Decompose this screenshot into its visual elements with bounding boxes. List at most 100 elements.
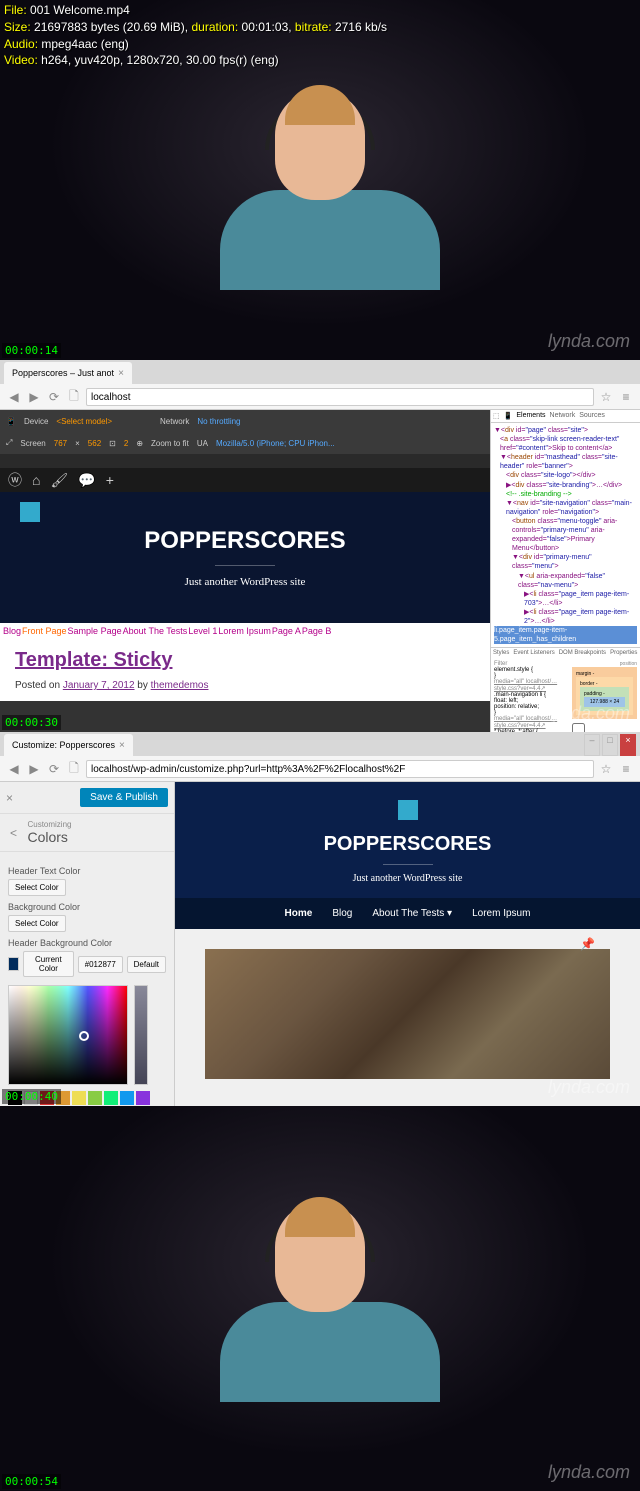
site-tagline: Just another WordPress site (15, 576, 475, 588)
nav-item[interactable]: Home (285, 908, 313, 919)
section-header[interactable]: < Customizing Colors (0, 814, 174, 852)
star-icon[interactable]: ☆ (598, 761, 614, 777)
swatch[interactable] (120, 1091, 134, 1105)
customize-icon[interactable]: 🖌 (50, 472, 68, 489)
ruler (0, 454, 490, 468)
watermark: lynda.com (548, 331, 630, 352)
default-button[interactable]: Default (127, 956, 166, 973)
control-label: Header Text Color (8, 866, 166, 876)
tab-sources[interactable]: Sources (579, 412, 605, 420)
nav-link[interactable]: Sample Page (68, 626, 122, 636)
color-picker[interactable] (8, 985, 166, 1085)
swatch[interactable] (72, 1091, 86, 1105)
window-controls[interactable]: –□× (584, 734, 636, 756)
device-icon[interactable]: 📱 (6, 417, 16, 426)
wp-admin-bar[interactable]: ⓦ ⌂ 🖌 💬 + (0, 468, 490, 492)
timestamp: 00:00:14 (2, 343, 61, 358)
reload-button[interactable]: ⟳ (46, 761, 62, 777)
browser-chrome: Customize: Popperscores× –□× ◀ ▶ ⟳ 🗋 ☆ ≡ (0, 732, 640, 782)
browser-tab[interactable]: Customize: Popperscores× (4, 734, 133, 756)
site-tagline: Just another WordPress site (175, 873, 640, 898)
hex-input[interactable] (78, 956, 123, 973)
nav-item[interactable]: About The Tests ▾ (372, 908, 452, 919)
browser-chrome: Popperscores – Just anot× ◀ ▶ ⟳ 🗋 ☆ ≡ (0, 360, 640, 410)
main-nav: Home Blog About The Tests ▾ Lorem Ipsum (175, 898, 640, 929)
close-icon[interactable]: × (118, 368, 124, 379)
presenter (220, 1202, 420, 1402)
dashboard-icon[interactable]: ⌂ (32, 472, 40, 488)
add-icon[interactable]: + (106, 472, 114, 488)
address-bar[interactable] (86, 388, 594, 406)
control-label: Background Color (8, 902, 166, 912)
swatch[interactable] (104, 1091, 118, 1105)
tab-network[interactable]: Network (550, 412, 576, 420)
nav-link[interactable]: Front Page (22, 626, 67, 636)
post-author-link[interactable]: themedemos (151, 680, 209, 691)
close-button[interactable]: × (620, 734, 636, 756)
dom-breadcrumb[interactable]: li.page_item.page-item-5.page_item_has_c… (494, 626, 637, 644)
site-title[interactable]: POPPERSCORES (175, 833, 640, 856)
back-button[interactable]: ◀ (6, 761, 22, 777)
control-label: Header Background Color (8, 938, 166, 948)
dom-tree[interactable]: ▼<div id="page" class="site"> <a class="… (491, 423, 640, 647)
video-frame-3: Customize: Popperscores× –□× ◀ ▶ ⟳ 🗋 ☆ ≡… (0, 732, 640, 1106)
current-color-button[interactable]: Current Color (23, 951, 74, 977)
close-customizer-button[interactable]: × (6, 791, 13, 805)
rotate-icon[interactable]: ⤢ (6, 438, 12, 448)
post-date-link[interactable]: January 7, 2012 (63, 680, 135, 691)
site-title[interactable]: POPPERSCORES (15, 527, 475, 555)
watermark: lynda.com (548, 703, 630, 724)
select-color-button[interactable]: Select Color (8, 879, 66, 896)
timestamp: 00:00:40 (2, 1089, 61, 1104)
menu-icon[interactable]: ≡ (618, 389, 634, 405)
nav-link[interactable]: Level 1 (188, 626, 217, 636)
select-color-button[interactable]: Select Color (8, 915, 66, 932)
nav-link[interactable]: About The Tests (123, 626, 188, 636)
menu-icon[interactable]: ≡ (618, 761, 634, 777)
site-preview: POPPERSCORES Just another WordPress site (0, 492, 490, 623)
back-button[interactable]: ◀ (6, 389, 22, 405)
timestamp: 00:00:54 (2, 1474, 61, 1489)
chevron-down-icon: ▾ (447, 908, 452, 919)
watermark: lynda.com (548, 1077, 630, 1098)
save-publish-button[interactable]: Save & Publish (80, 788, 168, 807)
nav-link[interactable]: Page A (272, 626, 301, 636)
wordpress-icon[interactable]: ⓦ (8, 470, 22, 490)
tab-elements[interactable]: Elements (516, 412, 545, 420)
styles-tabs[interactable]: StylesEvent ListenersDOM BreakpointsProp… (491, 647, 640, 658)
swatch[interactable] (88, 1091, 102, 1105)
site-logo[interactable] (20, 502, 40, 522)
address-bar[interactable] (86, 760, 594, 778)
post-title[interactable]: Template: Sticky (15, 649, 475, 672)
nav-link[interactable]: Lorem Ipsum (218, 626, 271, 636)
nav-item[interactable]: Lorem Ipsum (472, 908, 530, 919)
devtools-panel[interactable]: ⬚ 📱 Elements Network Sources ▼<div id="p… (490, 410, 640, 732)
zoom-icon[interactable]: ⊕ (136, 439, 143, 448)
maximize-button[interactable]: □ (602, 734, 618, 756)
nav-link[interactable]: Blog (3, 626, 21, 636)
nav-link[interactable]: Page B (302, 626, 332, 636)
hue-slider[interactable] (134, 985, 148, 1085)
video-frame-4: 00:00:54 lynda.com (0, 1106, 640, 1491)
minimize-button[interactable]: – (584, 734, 600, 756)
star-icon[interactable]: ☆ (598, 389, 614, 405)
forward-button[interactable]: ▶ (26, 389, 42, 405)
swatch[interactable] (136, 1091, 150, 1105)
device-mode-icon[interactable]: 📱 (504, 412, 513, 420)
reload-button[interactable]: ⟳ (46, 389, 62, 405)
devtools-tabs[interactable]: ⬚ 📱 Elements Network Sources (491, 410, 640, 423)
close-icon[interactable]: × (119, 740, 125, 751)
nav-item[interactable]: Blog (332, 908, 352, 919)
comment-icon[interactable]: 💬 (78, 472, 95, 489)
picker-handle[interactable] (79, 1031, 89, 1041)
forward-button[interactable]: ▶ (26, 761, 42, 777)
browser-tab[interactable]: Popperscores – Just anot× (4, 362, 132, 384)
show-inherited-checkbox[interactable] (572, 723, 585, 732)
nav-links: BlogFront PageSample PageAbout The Tests… (0, 623, 490, 639)
back-icon[interactable]: < (10, 826, 17, 840)
screen-toolbar[interactable]: ⤢ Screen 767 × 562 ⊡ 2 ⊕ Zoom to fit UA … (0, 432, 490, 454)
site-logo[interactable] (398, 800, 418, 820)
device-toolbar[interactable]: 📱 Device <Select model> Network No throt… (0, 410, 490, 432)
current-color-swatch[interactable] (8, 957, 19, 971)
inspect-icon[interactable]: ⬚ (493, 412, 500, 420)
